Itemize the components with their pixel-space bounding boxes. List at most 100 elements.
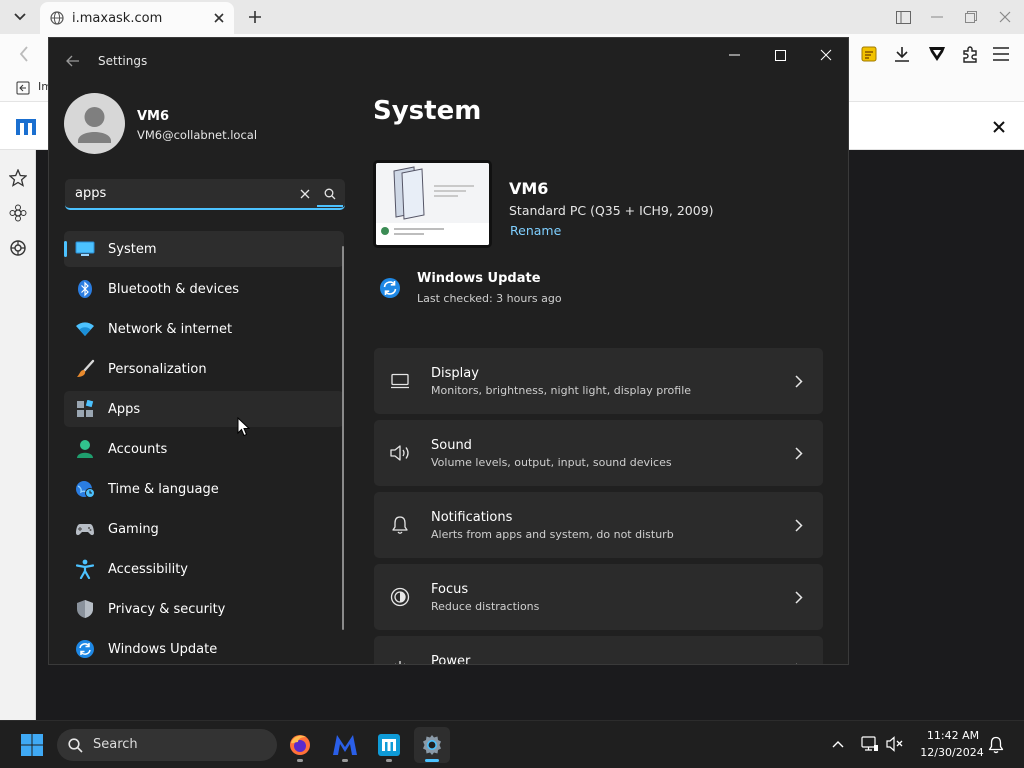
nav-item-bluetooth-devices[interactable]: Bluetooth & devices [64,271,344,307]
star-icon [9,169,27,187]
bookmark-item[interactable] [14,79,32,97]
openai-knot-icon [10,240,26,256]
start-button[interactable] [14,727,50,763]
card-subtitle: Volume levels, output, input, sound devi… [431,456,672,469]
nav-item-personalization[interactable]: Personalization [64,351,344,387]
arrow-left-icon [19,46,28,62]
import-icon [16,81,30,95]
windows-logo-icon [21,734,43,756]
sidebar-chat-button[interactable] [7,237,29,259]
nav-item-accounts[interactable]: Accounts [64,431,344,467]
browser-tab[interactable]: i.maxask.com [40,2,234,34]
rename-link[interactable]: Rename [510,223,561,238]
settings-search-box[interactable]: apps [65,179,345,210]
plus-icon [249,11,261,23]
close-button[interactable] [814,44,838,66]
firefox-icon [290,735,310,755]
card-display[interactable]: Display Monitors, brightness, night ligh… [374,348,823,414]
tab-title: i.maxask.com [72,10,163,26]
mouse-cursor-icon [236,416,250,438]
back-button[interactable] [12,42,36,66]
minimize-icon [728,54,740,56]
search-input[interactable]: apps [75,186,106,201]
nav-item-system[interactable]: System [64,231,344,267]
nav-item-accessibility[interactable]: Accessibility [64,551,344,587]
search-button[interactable] [317,183,343,207]
taskbar-app-settings[interactable] [414,727,450,763]
taskbar-app-maxask[interactable] [371,727,407,763]
card-subtitle: Reduce distractions [431,600,540,613]
notification-close-button[interactable] [988,116,1010,138]
display-icon [388,370,412,392]
taskbar-app-m[interactable] [327,727,363,763]
tab-list-dropdown-button[interactable] [8,6,32,28]
nav-item-label: Bluetooth & devices [108,281,239,297]
nav-item-gaming[interactable]: Gaming [64,511,344,547]
device-wallpaper-thumbnail [373,160,492,248]
close-icon[interactable] [214,13,224,23]
notes-icon [861,46,877,62]
notes-extension-button[interactable] [857,42,881,66]
chevron-down-icon [14,13,26,21]
taskbar-app-firefox[interactable] [282,727,318,763]
downloads-button[interactable] [890,42,914,66]
device-model: Standard PC (Q35 + ICH9, 2009) [509,203,714,218]
nav-item-network-internet[interactable]: Network & internet [64,311,344,347]
card-focus[interactable]: Focus Reduce distractions [374,564,823,630]
windows-update-icon [379,277,401,299]
close-icon [993,121,1005,133]
browser-close-button[interactable] [995,7,1015,27]
browser-layout-button[interactable] [893,7,913,27]
running-indicator [386,759,392,762]
settings-back-button[interactable] [63,52,83,70]
card-power[interactable]: Power [374,636,823,664]
user-avatar-icon [78,107,111,143]
taskbar-search[interactable]: Search [57,729,277,761]
card-notifications[interactable]: Notifications Alerts from apps and syste… [374,492,823,558]
brush-icon [74,358,96,380]
close-icon [820,49,832,61]
chevron-up-icon [832,741,844,748]
avatar[interactable] [64,93,125,154]
notification-center-button[interactable] [986,735,1006,755]
sidebar-ai-button[interactable] [7,202,29,224]
nav-item-windows-update[interactable]: Windows Update [64,631,344,664]
show-hidden-icons-button[interactable] [829,735,847,753]
minimize-button[interactable] [722,44,746,66]
puzzle-icon [963,46,977,63]
accessibility-icon [74,558,96,580]
extensions-button[interactable] [958,42,982,66]
maximize-button[interactable] [768,44,792,66]
nav-item-label: Privacy & security [108,601,226,617]
search-clear-button[interactable] [295,185,315,203]
clock-date[interactable]: 12/30/2024 [912,746,992,759]
browser-menu-button[interactable] [989,42,1013,66]
network-tray-button[interactable] [860,734,880,754]
nav-item-apps[interactable]: Apps [64,391,344,427]
volume-tray-button[interactable] [885,734,905,754]
browser-minimize-button[interactable] [927,7,947,27]
nav-item-time-language[interactable]: Time & language [64,471,344,507]
nav-item-label: System [108,241,157,257]
chevron-right-icon [792,517,806,533]
sidebar-favorites-button[interactable] [7,167,29,189]
site-logo[interactable] [14,116,38,138]
nav-item-label: Accessibility [108,561,188,577]
card-sound[interactable]: Sound Volume levels, output, input, soun… [374,420,823,486]
taskbar: Search 11:42 AM 12/30/2024 [0,720,1024,768]
nav-scrollbar[interactable] [342,246,344,630]
clock-time[interactable]: 11:42 AM [918,729,988,742]
extension-shield-button[interactable] [925,42,949,66]
close-icon [300,189,310,199]
windows-update-link[interactable]: Windows Update [417,271,541,286]
network-monitor-icon [861,736,878,751]
card-title: Sound [431,438,472,453]
browser-restore-button[interactable] [961,7,981,27]
nav-item-privacy-security[interactable]: Privacy & security [64,591,344,627]
taskbar-search-label: Search [93,737,138,752]
m-logo-icon [333,735,357,755]
browser-sidebar [0,150,36,720]
new-tab-button[interactable] [244,6,266,28]
maxask-app-icon [378,734,400,756]
nav-item-label: Personalization [108,361,207,377]
